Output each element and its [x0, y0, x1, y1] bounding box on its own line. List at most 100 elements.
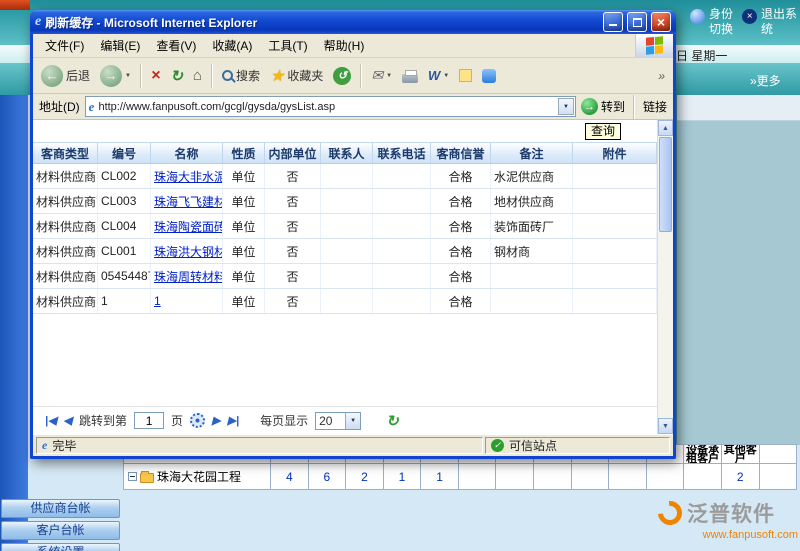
grid-cell[interactable]: 2 [722, 464, 760, 489]
security-zone-label: 可信站点 [509, 437, 557, 454]
grid-cell[interactable] [534, 464, 572, 489]
supplier-name-link[interactable]: 珠海陶瓷面砖 [154, 218, 223, 235]
address-input[interactable]: http://www.fanpusoft.com/gcgl/gysda/gysL… [85, 96, 576, 117]
maximize-button[interactable] [627, 12, 647, 32]
supplier-name-link[interactable]: 珠海周转材料 [154, 268, 223, 285]
grid-cell[interactable] [760, 464, 797, 489]
supplier-name-link[interactable]: 1 [154, 294, 161, 308]
address-dropdown-button[interactable] [558, 98, 574, 115]
table-row: 材料供应商 05454487 珠海周转材料 单位 否 合格 [33, 264, 657, 289]
supplier-name-link[interactable]: 珠海飞飞建材 [154, 193, 223, 210]
tree-collapse-icon[interactable] [128, 472, 137, 481]
grid-cell[interactable] [459, 464, 497, 489]
stop-icon [151, 67, 160, 85]
bg-grid-header-other-customer: 其他客户 [722, 445, 760, 463]
exit-system-button[interactable]: 退出系统 [742, 7, 798, 37]
grid-cell[interactable] [684, 464, 722, 489]
reload-list-icon[interactable] [386, 412, 399, 430]
identity-switch-button[interactable]: 身份切换 [690, 7, 742, 37]
menu-favorites[interactable]: 收藏(A) [204, 34, 260, 57]
table-header-row: 客商类型 编号 名称 性质 内部单位 联系人 联系电话 客商信誉 备注 附件 [33, 142, 657, 164]
notes-button[interactable] [455, 67, 476, 84]
grid-cell[interactable]: 1 [421, 464, 459, 489]
titlebar[interactable]: 刷新缓存 - Microsoft Internet Explorer [30, 10, 676, 34]
menu-edit[interactable]: 编辑(E) [92, 34, 148, 57]
toolbar-divider [633, 95, 635, 119]
more-link[interactable]: »更多 [750, 72, 781, 89]
table-row: 材料供应商 CL004 珠海陶瓷面砖 单位 否 合格 装饰面砖厂 [33, 214, 657, 239]
minimize-button[interactable] [603, 12, 623, 32]
chevron-down-icon [443, 73, 449, 79]
bg-project-row: 珠海大花园工程 4 6 2 1 1 2 [123, 464, 797, 490]
grid-cell[interactable]: 2 [346, 464, 384, 489]
table-row: 材料供应商 CL001 珠海洪大钢材 单位 否 合格 钢材商 [33, 239, 657, 264]
col-header-contact: 联系人 [321, 143, 373, 163]
search-button[interactable]: 搜索 [218, 65, 264, 86]
col-header-code: 编号 [98, 143, 151, 163]
go-button[interactable]: 转到 [581, 98, 625, 115]
stop-button[interactable] [147, 65, 164, 87]
ie-app-icon [35, 14, 41, 30]
refresh-button[interactable] [166, 65, 187, 87]
col-header-type: 客商类型 [33, 143, 98, 163]
go-icon [581, 98, 598, 115]
page-number-input[interactable] [134, 412, 164, 429]
sidebar-item-supplier-ledger[interactable]: 供应商台帐 [1, 499, 120, 518]
prev-page-button[interactable] [64, 414, 72, 427]
links-label[interactable]: 链接 [643, 98, 667, 115]
per-page-select[interactable]: 20 [315, 412, 361, 430]
scroll-down-button[interactable] [658, 418, 673, 434]
supplier-name-link[interactable]: 珠海洪大钢材 [154, 243, 223, 260]
query-tooltip: 查询 [585, 123, 621, 140]
history-icon [333, 67, 351, 85]
col-header-nature: 性质 [223, 143, 265, 163]
home-button[interactable] [189, 65, 206, 86]
grid-cell[interactable]: 4 [271, 464, 309, 489]
table-row: 材料供应商 CL003 珠海飞飞建材 单位 否 合格 地材供应商 [33, 189, 657, 214]
next-page-button[interactable] [212, 414, 220, 427]
logo-site: www.fanpusoft.com [658, 529, 798, 541]
ie-window: 刷新缓存 - Microsoft Internet Explorer 文件(F)… [30, 10, 676, 459]
supplier-name-link[interactable]: 珠海大非水泥 [154, 168, 223, 185]
menu-tools[interactable]: 工具(T) [260, 34, 315, 57]
sidebar-item-system-settings[interactable]: 系统设置 [1, 543, 120, 551]
chevron-down-icon [386, 73, 392, 79]
toolbar-divider [211, 64, 213, 88]
address-label: 地址(D) [39, 98, 80, 115]
sidebar-item-customer-ledger[interactable]: 客户台帐 [1, 521, 120, 540]
grid-cell[interactable] [609, 464, 647, 489]
grid-cell[interactable] [572, 464, 610, 489]
scrollbar-track[interactable] [658, 233, 673, 418]
gear-icon[interactable] [190, 413, 205, 428]
last-page-button[interactable] [228, 414, 240, 427]
toolbar-overflow-icon[interactable] [658, 69, 669, 83]
grid-cell[interactable] [647, 464, 685, 489]
messenger-button[interactable] [478, 67, 500, 85]
star-icon [270, 66, 284, 86]
bg-grid-header-equipment-rent: 设备承租客户 [684, 445, 722, 463]
col-header-internal: 内部单位 [265, 143, 321, 163]
first-page-button[interactable] [45, 414, 57, 427]
close-button[interactable] [651, 12, 671, 32]
back-icon [41, 65, 63, 87]
back-button[interactable]: 后退 [37, 63, 94, 89]
col-header-credit: 客商信誉 [431, 143, 491, 163]
grid-cell[interactable]: 1 [384, 464, 422, 489]
edit-button[interactable] [424, 66, 453, 85]
project-tree-node[interactable]: 珠海大花园工程 [124, 464, 271, 489]
menu-help[interactable]: 帮助(H) [316, 34, 373, 57]
favorites-button[interactable]: 收藏夹 [266, 64, 327, 88]
grid-cell[interactable]: 6 [309, 464, 347, 489]
print-button[interactable] [398, 67, 422, 85]
menu-file[interactable]: 文件(F) [37, 34, 92, 57]
history-button[interactable] [329, 65, 355, 87]
favorites-label: 收藏夹 [287, 67, 323, 84]
security-zone-panel: 可信站点 [485, 437, 670, 454]
menu-view[interactable]: 查看(V) [148, 34, 204, 57]
scroll-up-button[interactable] [658, 120, 673, 136]
mail-button[interactable] [367, 65, 396, 86]
grid-cell[interactable] [496, 464, 534, 489]
vertical-scrollbar[interactable] [657, 120, 673, 434]
forward-button[interactable] [96, 63, 135, 89]
scrollbar-thumb[interactable] [659, 137, 672, 232]
